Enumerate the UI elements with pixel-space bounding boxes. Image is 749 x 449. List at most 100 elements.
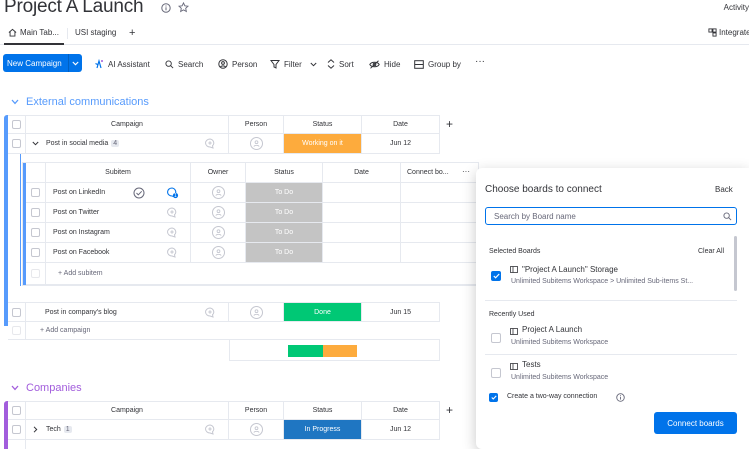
subitem-date-cell[interactable] xyxy=(323,203,401,223)
column-header-owner[interactable]: Owner xyxy=(191,163,246,183)
table-row[interactable]: Post in company's blog xyxy=(26,302,229,322)
add-column-icon[interactable]: + xyxy=(446,117,453,131)
panel-scrollbar[interactable] xyxy=(734,236,737,291)
board-checkbox-checked[interactable] xyxy=(491,271,501,281)
add-update-icon[interactable] xyxy=(204,307,216,318)
connect-boards-cell[interactable] xyxy=(401,223,478,243)
column-menu-icon[interactable]: ··· xyxy=(462,167,470,176)
subitem-date-cell[interactable] xyxy=(323,243,401,263)
two-way-connection-option[interactable]: Create a two-way connection xyxy=(489,392,649,404)
subitem-date-cell[interactable] xyxy=(323,183,401,203)
subitem-row[interactable]: Post on Twitter xyxy=(46,203,191,223)
add-view-icon[interactable]: + xyxy=(129,27,135,39)
subitem-checkbox[interactable] xyxy=(31,228,40,237)
row-checkbox[interactable] xyxy=(12,425,21,434)
more-options-icon[interactable]: ··· xyxy=(475,56,485,67)
board-checkbox[interactable] xyxy=(491,333,501,343)
status-cell[interactable]: In Progress xyxy=(284,420,362,440)
column-header-campaign[interactable]: Campaign xyxy=(26,401,229,420)
column-header-date[interactable]: Date xyxy=(362,401,440,420)
status-summary-bar[interactable] xyxy=(288,345,357,357)
board-search-input[interactable]: Search by Board name xyxy=(485,207,737,225)
date-cell[interactable]: Jun 15 xyxy=(362,302,440,322)
chevron-down-icon[interactable] xyxy=(69,61,82,66)
hide-button[interactable]: Hide xyxy=(369,57,400,71)
subitem-row[interactable]: Post on Instagram xyxy=(46,223,191,243)
subitem-name[interactable]: Post on Facebook xyxy=(53,249,109,256)
select-all-checkbox[interactable] xyxy=(12,406,21,415)
item-name[interactable]: Tech xyxy=(46,426,61,433)
add-update-icon[interactable] xyxy=(204,138,216,149)
chevron-right-icon[interactable] xyxy=(33,426,38,433)
tab-main-table[interactable]: Main Tab... xyxy=(20,28,59,48)
clear-all-button[interactable]: Clear All xyxy=(698,248,724,255)
board-title[interactable]: Project A Launch xyxy=(4,0,144,18)
subitem-checkbox[interactable] xyxy=(31,248,40,257)
search-button[interactable]: Search xyxy=(165,57,203,71)
group-title-companies[interactable]: Companies xyxy=(26,382,82,394)
person-cell[interactable] xyxy=(229,134,284,154)
subitem-name[interactable]: Post on Instagram xyxy=(53,229,110,236)
add-update-icon[interactable] xyxy=(166,227,178,238)
updates-icon[interactable] xyxy=(166,187,179,199)
column-header-status[interactable]: Status xyxy=(284,401,362,420)
back-button[interactable]: Back xyxy=(715,185,733,194)
date-cell[interactable]: Jun 12 xyxy=(362,134,440,154)
recent-board-item[interactable]: Project A Launch Unlimited Subitems Work… xyxy=(476,324,734,354)
sort-button[interactable]: Sort xyxy=(327,57,354,71)
column-header-person[interactable]: Person xyxy=(229,115,284,134)
date-cell[interactable]: Jun 12 xyxy=(362,420,440,440)
add-update-icon[interactable] xyxy=(204,424,216,435)
status-cell[interactable]: Done xyxy=(284,302,362,322)
group-collapse-icon[interactable] xyxy=(11,385,19,391)
column-header-subitem-date[interactable]: Date xyxy=(323,163,401,183)
owner-cell[interactable] xyxy=(191,203,246,223)
subitem-name[interactable]: Post on LinkedIn xyxy=(53,189,105,196)
add-campaign-cell[interactable]: + Add campaign xyxy=(26,322,440,340)
column-header-date[interactable]: Date xyxy=(362,115,440,134)
subitem-checkbox[interactable] xyxy=(31,208,40,217)
info-icon[interactable] xyxy=(161,3,171,13)
owner-cell[interactable] xyxy=(191,243,246,263)
info-icon[interactable] xyxy=(616,393,625,402)
owner-cell[interactable] xyxy=(191,183,246,203)
row-checkbox[interactable] xyxy=(12,307,21,317)
add-subitem-cell[interactable]: + Add subitem xyxy=(46,263,478,285)
board-checkbox[interactable] xyxy=(491,368,501,378)
chevron-down-icon[interactable] xyxy=(310,62,317,67)
subitem-status-cell[interactable]: To Do xyxy=(246,223,323,243)
add-subitem-button[interactable]: + Add subitem xyxy=(58,270,103,277)
item-name[interactable]: Post in social media xyxy=(46,140,108,147)
connect-boards-cell[interactable] xyxy=(401,183,478,203)
subitem-status-cell[interactable]: To Do xyxy=(246,183,323,203)
connect-boards-cell[interactable] xyxy=(401,203,478,223)
new-campaign-button[interactable]: New Campaign xyxy=(3,54,82,72)
column-header-campaign[interactable]: Campaign xyxy=(26,115,229,134)
select-all-checkbox[interactable] xyxy=(12,120,21,129)
ai-assistant-button[interactable]: AI Assistant xyxy=(94,57,150,71)
two-way-checkbox[interactable] xyxy=(489,393,498,402)
subitem-count-badge[interactable]: 4 xyxy=(111,140,120,147)
table-row[interactable]: Post in social media 4 xyxy=(26,134,229,154)
person-cell[interactable] xyxy=(229,420,284,440)
status-cell[interactable]: Working on it xyxy=(284,134,362,154)
subitem-checkbox[interactable] xyxy=(31,188,40,197)
add-campaign-button[interactable]: + Add campaign xyxy=(40,327,90,334)
subitem-count-badge[interactable]: 1 xyxy=(63,426,72,433)
subitem-status-cell[interactable]: To Do xyxy=(246,203,323,223)
column-header-subitem[interactable]: Subitem xyxy=(46,163,191,183)
column-header-person[interactable]: Person xyxy=(229,401,284,420)
checkmark-circle-icon[interactable] xyxy=(133,187,145,199)
chevron-down-icon[interactable] xyxy=(32,141,39,146)
add-update-icon[interactable] xyxy=(166,207,178,218)
integrate-button[interactable]: Integrate xyxy=(719,28,749,37)
connect-boards-cell[interactable] xyxy=(401,243,478,263)
star-icon[interactable] xyxy=(178,2,189,13)
subitem-row[interactable]: Post on Facebook xyxy=(46,243,191,263)
subitem-date-cell[interactable] xyxy=(323,223,401,243)
group-by-button[interactable]: Group by xyxy=(414,57,461,71)
group-title-external[interactable]: External communications xyxy=(26,96,149,108)
selected-board-item[interactable]: "Project A Launch" Storage Unlimited Sub… xyxy=(476,262,734,292)
add-update-icon[interactable] xyxy=(166,247,178,258)
row-checkbox[interactable] xyxy=(12,139,21,148)
